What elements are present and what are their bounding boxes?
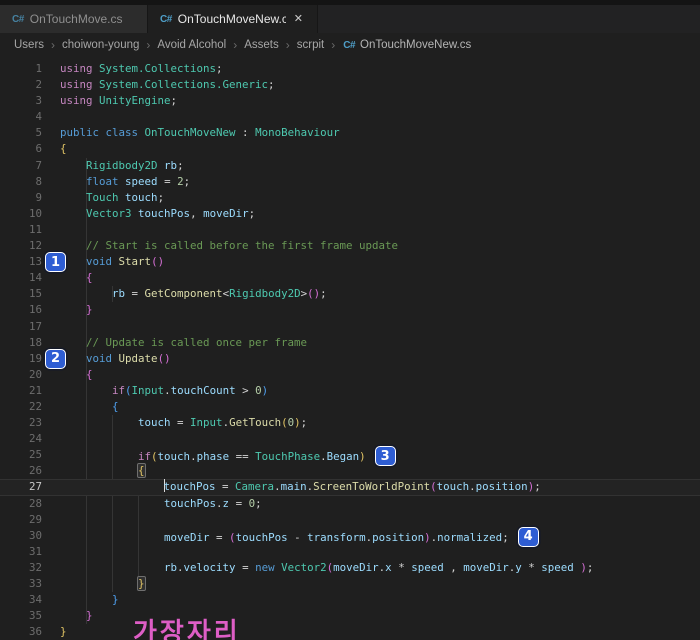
line-number: 3 — [35, 94, 42, 108]
chevron-right-icon: › — [51, 38, 56, 52]
line-number: 20 — [28, 367, 42, 381]
tab-label: OnTouchMove.cs — [29, 12, 123, 26]
line-number: 25 — [28, 448, 42, 462]
breadcrumb-item-choiwon-young[interactable]: choiwon-young — [62, 39, 139, 51]
tab-ontouchmovenew[interactable]: C# OnTouchMoveNew.cs ✕ — [148, 5, 318, 33]
line-number: 24 — [28, 432, 42, 446]
code-line[interactable]: 32 rb.velocity = new Vector2(moveDir.x *… — [0, 560, 700, 576]
code-editor[interactable]: 1 using System.Collections; 2 using System.… — [0, 57, 700, 640]
line-number: 26 — [28, 464, 42, 478]
line-number: 15 — [28, 287, 42, 301]
chevron-right-icon: › — [233, 38, 238, 52]
breadcrumb-item-assets[interactable]: Assets — [244, 39, 279, 51]
code-line[interactable]: 12 // Start is called before the first f… — [0, 238, 700, 254]
line-number: 10 — [28, 206, 42, 220]
line-number: 18 — [28, 335, 42, 349]
line-number: 14 — [28, 271, 42, 285]
code-line[interactable]: 5 public class OnTouchMoveNew : MonoBehav… — [0, 125, 700, 141]
code-line[interactable]: 24 — [0, 431, 700, 447]
breadcrumb: Users › choiwon-young › Avoid Alcohol › … — [0, 33, 700, 57]
chevron-right-icon: › — [285, 38, 290, 52]
line-number: 33 — [28, 577, 42, 590]
line-number: 28 — [28, 496, 42, 510]
line-number: 12 — [28, 239, 42, 253]
editor-tab-bar: C# OnTouchMove.cs C# OnTouchMoveNew.cs ✕ — [0, 5, 700, 33]
line-number: 17 — [28, 319, 42, 333]
code-line[interactable]: 9 Touch touch; — [0, 190, 700, 206]
code-line[interactable]: 34 } — [0, 592, 700, 608]
line-number: 2 — [35, 78, 42, 92]
chevron-right-icon: › — [146, 38, 151, 52]
line-number: 36 — [28, 625, 42, 639]
line-number: 29 — [28, 512, 42, 526]
csharp-file-icon: C# — [343, 39, 356, 51]
line-number: 32 — [28, 560, 42, 574]
code-line[interactable]: 16 } — [0, 302, 700, 318]
line-number: 21 — [28, 383, 42, 397]
code-line[interactable]: 7 Rigidbody2D rb; — [0, 158, 700, 174]
code-line[interactable]: 30 moveDir = (touchPos - transform.posit… — [0, 526, 700, 547]
code-line[interactable]: 21 if(Input.touchCount > 0) — [0, 383, 700, 399]
code-line[interactable]: 2 using System.Collections.Generic; — [0, 77, 700, 93]
line-number: 34 — [28, 593, 42, 607]
code-line[interactable]: 1 using System.Collections; — [0, 61, 700, 77]
line-number: 8 — [35, 174, 42, 188]
code-line[interactable]: 25 if(touch.phase == TouchPhase.Began) 3 — [0, 446, 700, 467]
chevron-right-icon: › — [331, 38, 336, 52]
breadcrumb-item-scrpit[interactable]: scrpit — [297, 39, 324, 51]
code-line[interactable]: 17 — [0, 319, 700, 335]
line-number: 4 — [35, 110, 42, 124]
code-line[interactable]: 20 { — [0, 367, 700, 383]
code-line[interactable]: 15 rb = GetComponent<Rigidbody2D>(); — [0, 286, 700, 302]
code-line[interactable]: 26 { — [0, 463, 700, 479]
handwritten-annotation: 가장자리 — [133, 618, 241, 640]
code-line[interactable]: 8 float speed = 2; — [0, 174, 700, 190]
code-line[interactable]: 3 using UnityEngine; — [0, 93, 700, 109]
annotation-badge-1: 1 — [45, 252, 66, 273]
code-line[interactable]: 11 — [0, 222, 700, 238]
line-number: 35 — [28, 609, 42, 623]
code-line[interactable]: 29 — [0, 512, 700, 528]
breadcrumb-item-avoid-alcohol[interactable]: Avoid Alcohol — [157, 39, 226, 51]
breadcrumb-item-users[interactable]: Users — [14, 39, 44, 51]
line-number: 9 — [35, 190, 42, 204]
code-line[interactable]: 33 } — [0, 576, 700, 592]
code-line[interactable]: 31 — [0, 544, 700, 560]
code-line[interactable]: 22 { — [0, 399, 700, 415]
code-line[interactable]: 13 void Start() — [0, 254, 700, 270]
code-line[interactable]: 4 — [0, 109, 700, 125]
tab-ontouchmove[interactable]: C# OnTouchMove.cs — [0, 5, 148, 33]
annotation-badge-2: 2 — [45, 348, 66, 369]
code-line[interactable]: 19 void Update() — [0, 351, 700, 367]
code-line[interactable]: 18 // Update is called once per frame — [0, 335, 700, 351]
line-number: 11 — [28, 222, 42, 236]
line-number: 27 — [28, 480, 42, 494]
code-line[interactable]: 10 Vector3 touchPos, moveDir; — [0, 206, 700, 222]
line-number: 31 — [28, 544, 42, 558]
code-line[interactable]: 28 touchPos.z = 0; — [0, 496, 700, 512]
tab-label: OnTouchMoveNew.cs — [177, 12, 286, 26]
code-line[interactable]: 14 { — [0, 270, 700, 286]
code-line[interactable]: 36} — [0, 624, 700, 640]
breadcrumb-item-file[interactable]: OnTouchMoveNew.cs — [360, 39, 471, 51]
close-tab-icon[interactable]: ✕ — [292, 12, 305, 27]
code-line[interactable]: 27 touchPos = Camera.main.ScreenToWorldP… — [0, 479, 700, 496]
vscode-window: C# OnTouchMove.cs C# OnTouchMoveNew.cs ✕… — [0, 0, 700, 640]
line-number: 16 — [28, 303, 42, 317]
line-number: 30 — [28, 528, 42, 542]
line-number: 6 — [35, 142, 42, 156]
code-line[interactable]: 6{ — [0, 141, 700, 157]
line-number: 1 — [35, 62, 42, 75]
line-number: 7 — [35, 158, 42, 172]
csharp-file-icon: C# — [12, 13, 24, 25]
line-number: 5 — [35, 126, 42, 140]
line-number: 22 — [28, 399, 42, 413]
csharp-file-icon: C# — [160, 13, 172, 25]
code-line[interactable]: 23 touch = Input.GetTouch(0); — [0, 415, 700, 431]
line-number: 23 — [28, 416, 42, 430]
code-line[interactable]: 35 } — [0, 608, 700, 624]
